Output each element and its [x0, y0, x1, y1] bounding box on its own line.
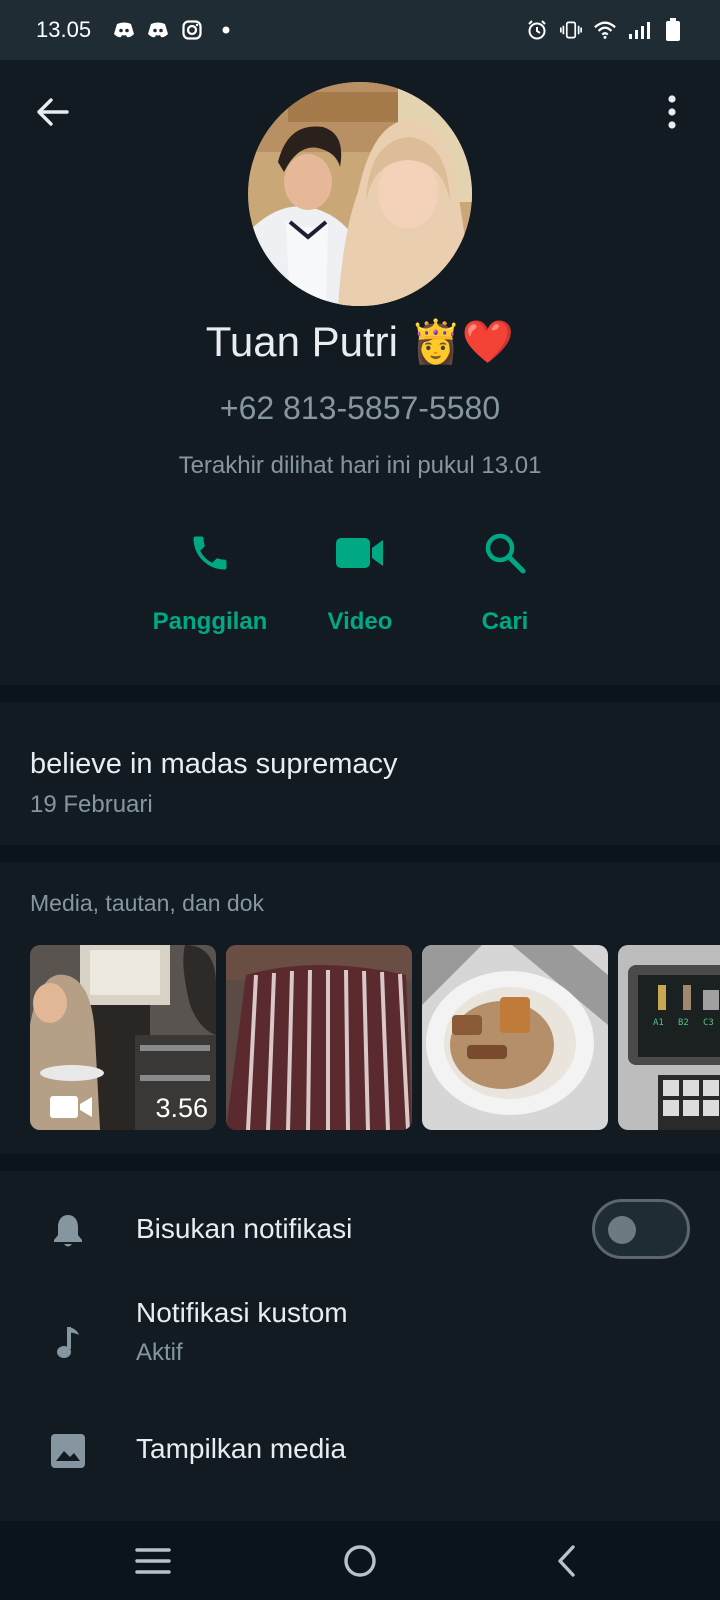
- instagram-icon: [181, 19, 203, 41]
- system-back-button[interactable]: [537, 1531, 597, 1591]
- signal-icon: [628, 19, 650, 41]
- dot-icon: [215, 19, 237, 41]
- system-navigation-bar: [0, 1521, 720, 1600]
- image-icon: [50, 1431, 86, 1471]
- last-seen-status: Terakhir dilihat hari ini pukul 13.01: [178, 452, 542, 479]
- media-thumbnail-image[interactable]: [422, 945, 608, 1130]
- mute-notifications-label: Bisukan notifikasi: [136, 1213, 353, 1244]
- media-visibility-label: Tampilkan media: [136, 1433, 347, 1464]
- notification-icons: [113, 19, 237, 41]
- about-text: believe in madas supremacy: [30, 748, 398, 780]
- recent-apps-icon: [135, 1548, 171, 1574]
- section-divider: [0, 1154, 720, 1171]
- svg-text:B2: B2: [678, 1018, 689, 1028]
- more-vertical-icon: [668, 95, 676, 129]
- vibrate-icon: [560, 19, 582, 41]
- svg-text:A1: A1: [653, 1018, 664, 1028]
- mute-notifications-row[interactable]: Bisukan notifikasi: [0, 1171, 720, 1291]
- section-divider: [0, 845, 720, 862]
- custom-notifications-label: Notifikasi kustom: [136, 1297, 348, 1328]
- contact-name: Tuan Putri 👸❤️: [205, 318, 515, 365]
- video-duration: 3.56: [155, 1093, 208, 1123]
- image-thumbnail: [226, 945, 412, 1130]
- media-visibility-row[interactable]: Tampilkan media: [0, 1409, 720, 1521]
- custom-notifications-status: Aktif: [136, 1339, 183, 1366]
- video-camera-icon: [335, 528, 385, 578]
- status-bar: 13.05: [0, 0, 720, 60]
- back-icon: [558, 1545, 575, 1577]
- discord-icon: [147, 19, 169, 41]
- back-button[interactable]: [30, 90, 74, 134]
- search-action-label: Cari: [481, 608, 529, 635]
- bell-icon: [50, 1211, 86, 1251]
- image-thumbnail: [422, 945, 608, 1130]
- system-status-icons: [526, 0, 684, 60]
- media-strip: 3.56 A1 B2 C3: [30, 945, 720, 1130]
- mute-notifications-toggle[interactable]: [592, 1199, 690, 1259]
- profile-photo[interactable]: [248, 82, 472, 306]
- section-divider: [0, 685, 720, 702]
- media-section-title[interactable]: Media, tautan, dan dok: [30, 890, 264, 917]
- status-time: 13.05: [36, 17, 92, 42]
- about-date: 19 Februari: [30, 791, 153, 818]
- media-thumbnail-image[interactable]: [226, 945, 412, 1130]
- home-icon: [344, 1545, 376, 1577]
- notification-settings: Bisukan notifikasi Notifikasi kustom Akt…: [0, 1171, 720, 1521]
- svg-text:C3: C3: [703, 1018, 714, 1028]
- media-thumbnail-video[interactable]: 3.56: [30, 945, 216, 1130]
- wifi-icon: [594, 19, 616, 41]
- call-action-label: Panggilan: [152, 608, 268, 635]
- media-thumbnail-image[interactable]: A1 B2 C3: [618, 945, 720, 1130]
- battery-icon: [662, 18, 684, 41]
- video-action-label: Video: [327, 608, 393, 635]
- phone-icon: [185, 528, 235, 578]
- discord-icon: [113, 19, 135, 41]
- contact-phone: +62 813-5857-5580: [219, 390, 501, 426]
- call-action-button[interactable]: Panggilan: [135, 528, 285, 636]
- contact-profile-header: Tuan Putri 👸❤️ +62 813-5857-5580 Terakhi…: [0, 60, 720, 685]
- image-thumbnail: A1 B2 C3: [618, 945, 720, 1130]
- video-indicator-icon: [50, 1094, 94, 1120]
- about-section[interactable]: believe in madas supremacy 19 Februari: [0, 702, 720, 845]
- home-button[interactable]: [330, 1531, 390, 1591]
- more-options-button[interactable]: [652, 90, 692, 134]
- media-section: Media, tautan, dan dok 3.56 A1 B2 C3: [0, 862, 720, 1154]
- contact-actions: Panggilan Video Cari: [0, 528, 720, 638]
- toggle-knob: [608, 1216, 636, 1244]
- search-icon: [480, 528, 530, 578]
- arrow-left-icon: [37, 98, 69, 126]
- music-note-icon: [50, 1323, 86, 1363]
- video-action-button[interactable]: Video: [285, 528, 435, 636]
- alarm-icon: [526, 19, 548, 41]
- profile-photo-image: [248, 82, 472, 306]
- custom-notifications-row[interactable]: Notifikasi kustom Aktif: [0, 1291, 720, 1409]
- recent-apps-button[interactable]: [123, 1531, 183, 1591]
- search-action-button[interactable]: Cari: [430, 528, 580, 636]
